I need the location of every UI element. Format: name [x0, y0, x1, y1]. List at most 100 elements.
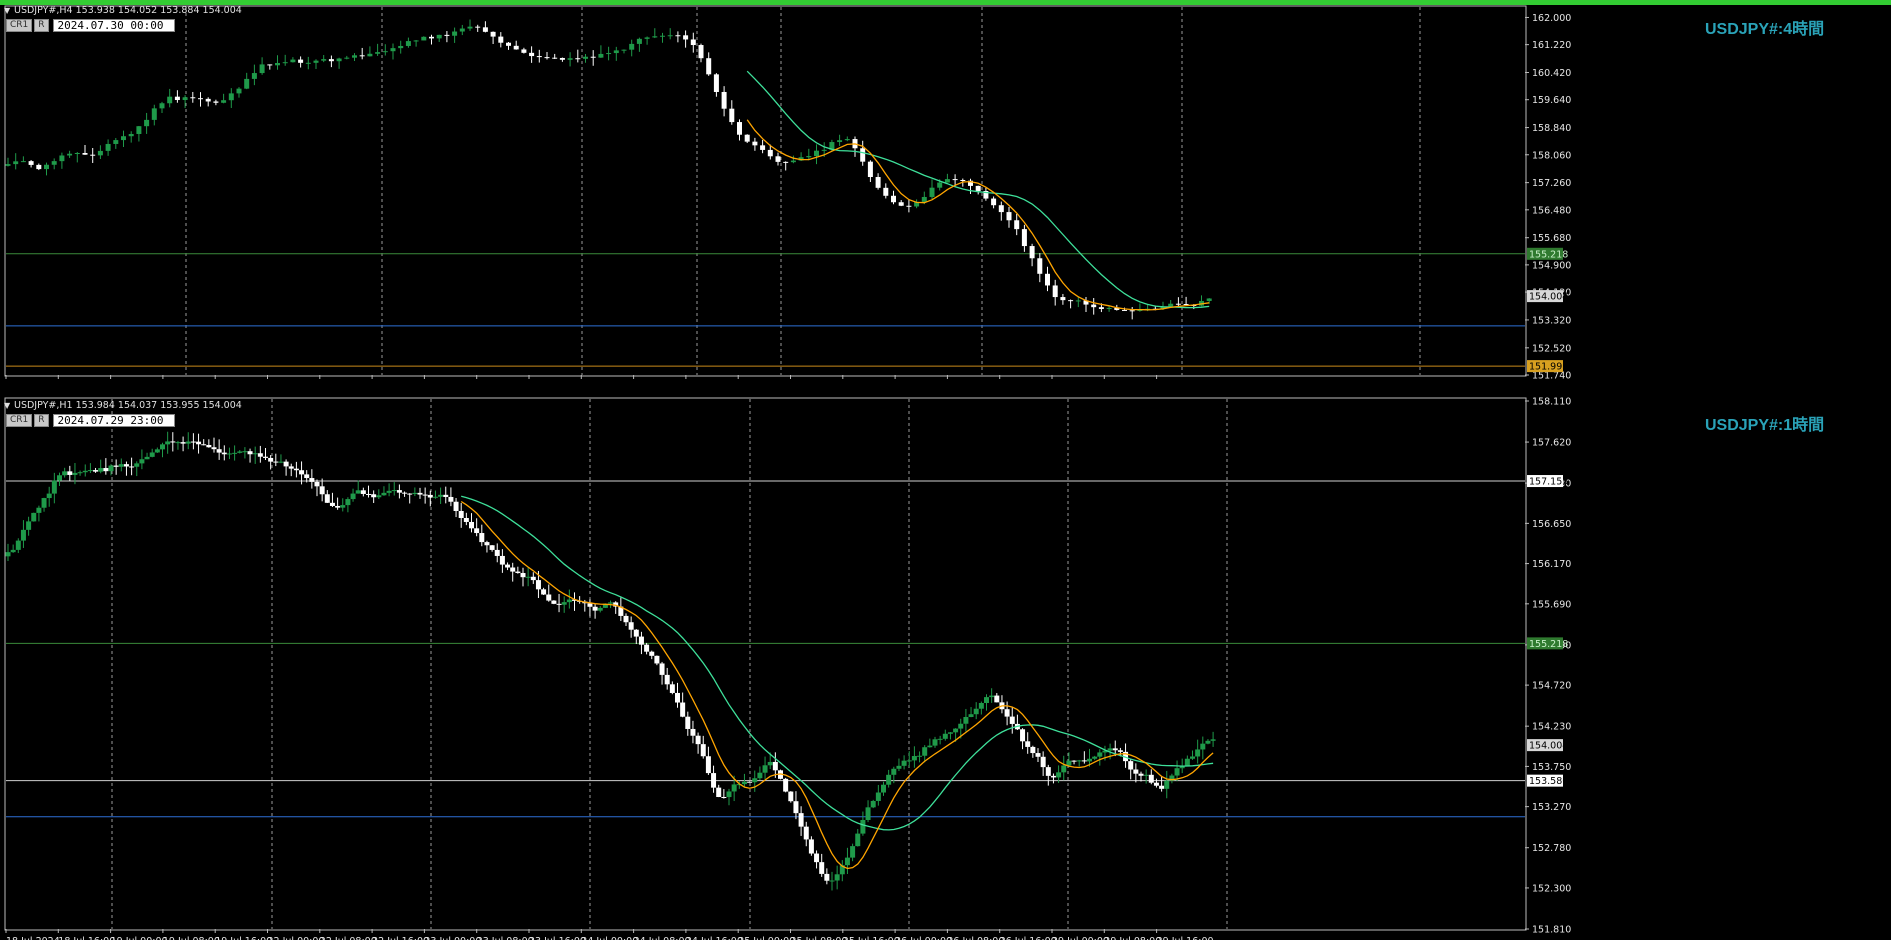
- h1-chart-svg[interactable]: 158.110157.620157.130156.650156.170155.6…: [0, 397, 1891, 940]
- price-tag-label: 154.004: [1529, 292, 1568, 303]
- candle-body: [623, 615, 629, 623]
- candle-body: [390, 48, 396, 52]
- candle: [1184, 755, 1190, 767]
- candle: [298, 56, 304, 68]
- candle: [213, 99, 219, 106]
- candle: [371, 490, 377, 503]
- candle: [1045, 266, 1050, 292]
- candle-body: [1206, 298, 1212, 301]
- x-tick-label: 26 Jul 16:00: [1000, 936, 1057, 940]
- h1-chart-panel[interactable]: 158.110157.620157.130156.650156.170155.6…: [0, 397, 1891, 940]
- candle: [973, 702, 979, 720]
- candle: [1081, 751, 1087, 764]
- candle: [321, 55, 327, 63]
- candle-body: [134, 463, 140, 467]
- y-tick-label: 152.780: [1532, 843, 1571, 854]
- price-tag-label: 155.218: [1529, 249, 1568, 260]
- candle: [1025, 732, 1031, 754]
- candle: [1205, 739, 1211, 745]
- candle-body: [837, 140, 843, 143]
- candle: [154, 447, 160, 453]
- candle: [93, 467, 99, 473]
- candle: [525, 567, 531, 587]
- candle: [1050, 773, 1056, 784]
- candle: [1148, 769, 1154, 785]
- x-tick-label: 19 Jul 16:00: [215, 936, 272, 940]
- candle-body: [170, 441, 176, 443]
- candle: [875, 784, 881, 806]
- candle-body: [293, 468, 299, 471]
- candle: [752, 137, 758, 151]
- h4-chart-panel[interactable]: 162.000 161.220 160.420 159.640 158.840 158.0…: [0, 5, 1891, 381]
- candle: [1060, 293, 1066, 305]
- r-button[interactable]: R: [34, 414, 49, 427]
- candle: [613, 46, 619, 61]
- candle-body: [396, 490, 402, 493]
- candle-body: [667, 35, 673, 37]
- candle-body: [278, 461, 284, 463]
- candle: [546, 584, 552, 602]
- candle-body: [695, 735, 701, 745]
- cr-button[interactable]: CR1: [6, 414, 33, 427]
- candle: [587, 599, 593, 617]
- candle-body: [371, 494, 377, 498]
- candle: [544, 51, 550, 60]
- r-button[interactable]: R: [34, 19, 49, 32]
- candle: [927, 738, 933, 748]
- candle-body: [821, 149, 827, 151]
- chart-menu-arrow-icon[interactable]: ▼: [4, 401, 10, 410]
- cr-button[interactable]: CR1: [6, 19, 33, 32]
- candle: [136, 125, 142, 142]
- candle: [282, 54, 288, 66]
- candle: [667, 28, 673, 40]
- candle: [898, 200, 904, 207]
- candle-body: [221, 100, 227, 103]
- candle-body: [1129, 310, 1135, 312]
- h4-chart-svg[interactable]: 162.000 161.220 160.420 159.640 158.840 158.0…: [0, 5, 1891, 381]
- candle-body: [444, 34, 450, 36]
- candle-body: [328, 59, 334, 62]
- chart-menu-arrow-icon[interactable]: ▼: [4, 6, 10, 15]
- candle-body: [644, 644, 650, 652]
- x-tick-label: 18 Jul 16:00: [58, 936, 115, 940]
- candle-body: [636, 38, 642, 44]
- candle: [390, 43, 396, 60]
- candle-body: [685, 716, 691, 729]
- candle: [236, 87, 242, 98]
- candle: [530, 572, 536, 584]
- candle-body: [525, 576, 531, 578]
- h4-date-field[interactable]: 2024.07.30 00:00: [52, 19, 175, 32]
- candle: [402, 491, 408, 497]
- candle-body: [479, 533, 485, 543]
- h4-crosshair-toolbar: CR1 R 2024.07.30 00:00: [6, 19, 175, 32]
- candle: [506, 41, 511, 50]
- candle-body: [867, 161, 873, 178]
- candle: [675, 682, 680, 708]
- y-tick-label: 156.650: [1532, 519, 1571, 530]
- candle-body: [772, 761, 778, 771]
- candle: [669, 681, 675, 695]
- candle: [803, 821, 809, 847]
- candle: [475, 24, 481, 32]
- candle: [814, 850, 820, 869]
- candle: [737, 119, 742, 141]
- candle: [123, 461, 129, 476]
- candle: [432, 490, 438, 499]
- x-tick-label: 29 Jul 00:00: [1052, 936, 1109, 940]
- x-tick-label: 22 Jul 00:00: [268, 936, 325, 940]
- candle: [932, 736, 938, 748]
- candle-body: [314, 481, 320, 487]
- candle: [592, 603, 598, 619]
- candle-body: [741, 781, 747, 785]
- h1-date-field[interactable]: 2024.07.29 23:00: [52, 414, 175, 427]
- x-tick-label: 24 Jul 16:00: [686, 936, 743, 940]
- candle: [494, 543, 500, 563]
- y-tick-label: 152.520: [1532, 343, 1571, 354]
- y-tick-label: 155.680: [1532, 233, 1571, 244]
- candle: [1091, 298, 1097, 315]
- candle-body: [1087, 758, 1092, 762]
- candle-body: [783, 778, 789, 792]
- candle-body: [958, 723, 964, 729]
- candle-body: [1021, 229, 1027, 247]
- candle: [51, 472, 57, 504]
